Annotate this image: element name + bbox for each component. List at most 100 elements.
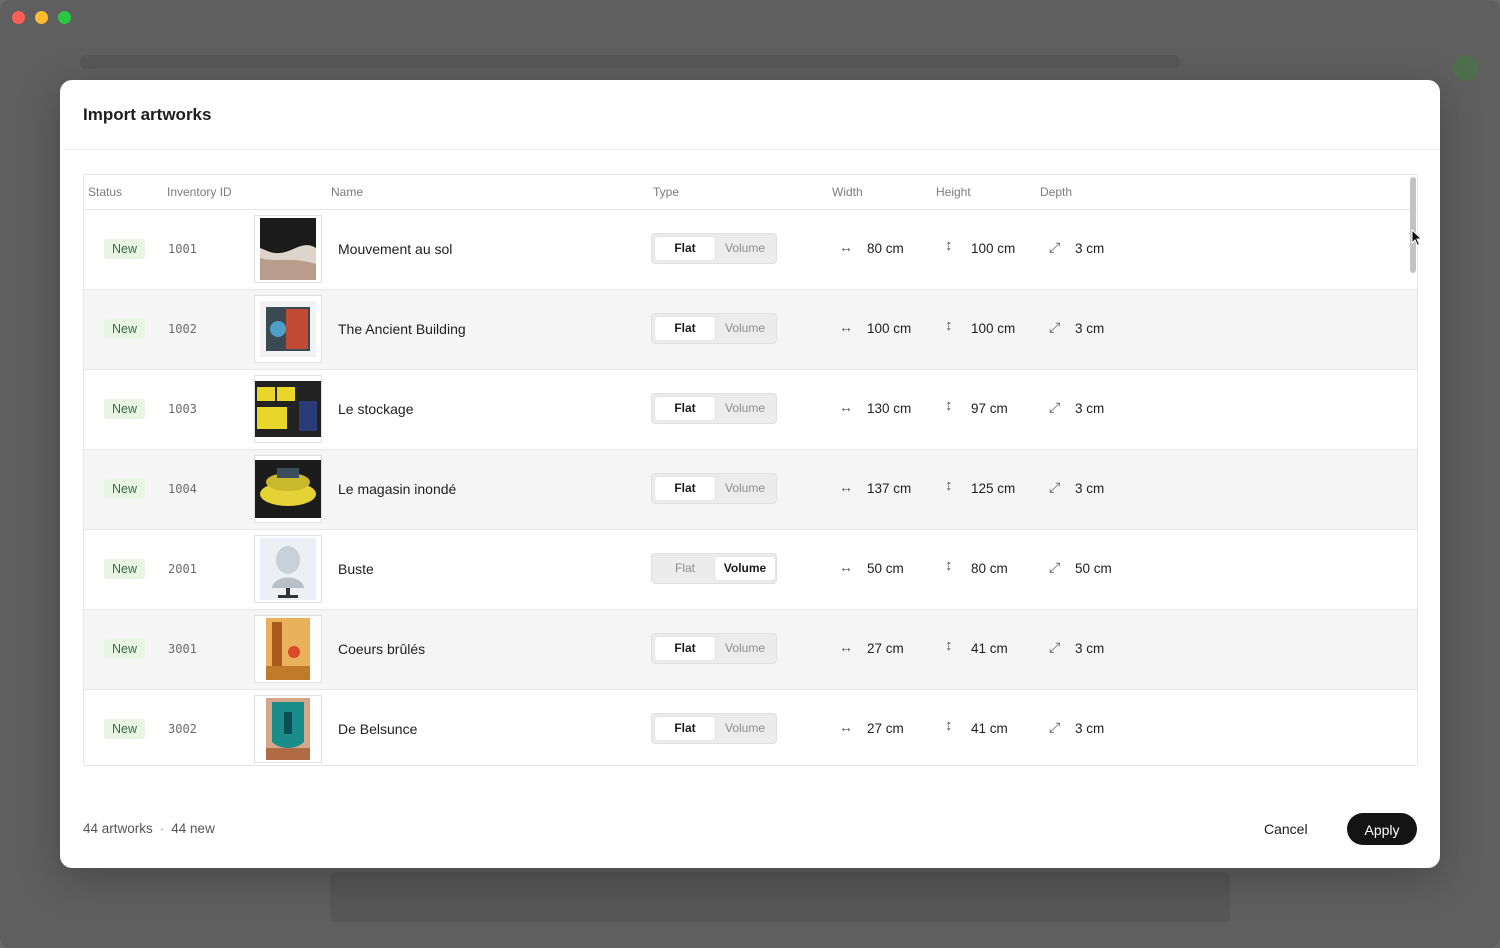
width-value[interactable]: 27 cm [867,721,904,736]
type-flat-option[interactable]: Flat [655,237,715,260]
diagonal-arrow-icon: ⤢ [1049,319,1061,335]
type-volume-option[interactable]: Volume [715,717,775,740]
width-value[interactable]: 100 cm [867,321,911,336]
horizontal-arrow-icon: ↔ [839,479,853,495]
artwork-thumbnail [254,695,322,763]
table-row[interactable]: New 1003 Le stockage Flat Volume ↔ 130 c… [84,370,1417,450]
artwork-name: Buste [338,561,374,577]
depth-value[interactable]: 50 cm [1075,561,1112,576]
dialog-title: Import artworks [83,105,212,124]
vertical-arrow-icon: ↕ [945,317,953,334]
type-volume-option[interactable]: Volume [715,477,775,500]
height-value[interactable]: 41 cm [971,641,1008,656]
status-badge: New [104,639,146,659]
table-row[interactable]: New 1002 The Ancient Building Flat Volum… [84,290,1417,370]
table-row[interactable]: New 1004 Le magasin inondé Flat Volume ↔… [84,450,1417,530]
width-value[interactable]: 137 cm [867,481,911,496]
cancel-button[interactable]: Cancel [1252,813,1320,845]
depth-value[interactable]: 3 cm [1075,481,1104,496]
status-badge: New [104,559,146,579]
type-flat-option[interactable]: Flat [655,637,715,660]
inventory-id: 1003 [168,402,197,416]
inventory-id: 2001 [168,562,197,576]
minimize-window-button[interactable] [35,11,48,24]
column-header-name: Name [331,185,364,199]
height-value[interactable]: 80 cm [971,561,1008,576]
type-toggle: Flat Volume [651,233,777,264]
inventory-id: 3002 [168,722,197,736]
table-row[interactable]: New 1001 Mouvement au sol Flat Volume ↔ … [84,210,1417,290]
mouse-pointer-icon [1411,229,1423,247]
height-value[interactable]: 100 cm [971,321,1015,336]
inventory-id: 3001 [168,642,197,656]
table-body: New 1001 Mouvement au sol Flat Volume ↔ … [84,210,1417,765]
width-value[interactable]: 50 cm [867,561,904,576]
horizontal-arrow-icon: ↔ [839,239,853,255]
type-volume-option[interactable]: Volume [715,237,775,260]
artwork-name: De Belsunce [338,721,418,737]
height-value[interactable]: 100 cm [971,241,1015,256]
type-flat-option[interactable]: Flat [655,397,715,420]
artwork-thumbnail [254,615,322,683]
type-volume-option[interactable]: Volume [715,397,775,420]
table-row[interactable]: New 3002 De Belsunce Flat Volume ↔ 27 cm… [84,690,1417,765]
background-avatar [1452,55,1478,81]
new-artworks-count: 44 new [171,821,215,836]
column-header-depth: Depth [1040,185,1073,199]
diagonal-arrow-icon: ⤢ [1049,639,1061,655]
type-volume-option[interactable]: Volume [715,317,775,340]
status-badge: New [104,399,146,419]
close-window-button[interactable] [12,11,25,24]
vertical-arrow-icon: ↕ [945,397,953,414]
type-flat-option[interactable]: Flat [655,477,715,500]
height-value[interactable]: 125 cm [971,481,1015,496]
type-toggle: Flat Volume [651,553,777,584]
depth-value[interactable]: 3 cm [1075,721,1104,736]
type-flat-option[interactable]: Flat [655,557,715,580]
depth-value[interactable]: 3 cm [1075,641,1104,656]
depth-value[interactable]: 3 cm [1075,241,1104,256]
depth-value[interactable]: 3 cm [1075,321,1104,336]
vertical-arrow-icon: ↕ [945,477,953,494]
column-header-status: Status [88,185,123,199]
vertical-arrow-icon: ↕ [945,717,953,734]
height-value[interactable]: 41 cm [971,721,1008,736]
horizontal-arrow-icon: ↔ [839,559,853,575]
table-scrollbar[interactable] [1410,177,1416,273]
artwork-name: Mouvement au sol [338,241,453,257]
window-controls [12,11,71,24]
artwork-name: Le magasin inondé [338,481,457,497]
horizontal-arrow-icon: ↔ [839,399,853,415]
type-flat-option[interactable]: Flat [655,717,715,740]
table-row[interactable]: New 3001 Coeurs brûlés Flat Volume ↔ 27 … [84,610,1417,690]
artwork-thumbnail [254,295,322,363]
artwork-thumbnail [254,375,322,443]
summary-separator: · [159,821,165,836]
inventory-id: 1004 [168,482,197,496]
column-header-inventory-id: Inventory ID [167,185,232,199]
width-value[interactable]: 27 cm [867,641,904,656]
type-volume-option[interactable]: Volume [715,637,775,660]
status-badge: New [104,479,146,499]
horizontal-arrow-icon: ↔ [839,639,853,655]
zoom-window-button[interactable] [58,11,71,24]
depth-value[interactable]: 3 cm [1075,401,1104,416]
diagonal-arrow-icon: ⤢ [1049,479,1061,495]
type-flat-option[interactable]: Flat [655,317,715,340]
status-badge: New [104,239,146,259]
apply-button[interactable]: Apply [1347,813,1417,845]
status-badge: New [104,719,146,739]
height-value[interactable]: 97 cm [971,401,1008,416]
artwork-thumbnail [254,455,322,523]
table-row[interactable]: New 2001 Buste Flat Volume ↔ 50 cm ↕ 80 … [84,530,1417,610]
horizontal-arrow-icon: ↔ [839,319,853,335]
column-header-type: Type [653,185,680,199]
type-volume-option[interactable]: Volume [715,557,775,580]
vertical-arrow-icon: ↕ [945,237,953,254]
artwork-name: The Ancient Building [338,321,466,337]
vertical-arrow-icon: ↕ [945,557,953,574]
diagonal-arrow-icon: ⤢ [1049,719,1061,735]
type-toggle: Flat Volume [651,313,777,344]
width-value[interactable]: 130 cm [867,401,911,416]
width-value[interactable]: 80 cm [867,241,904,256]
